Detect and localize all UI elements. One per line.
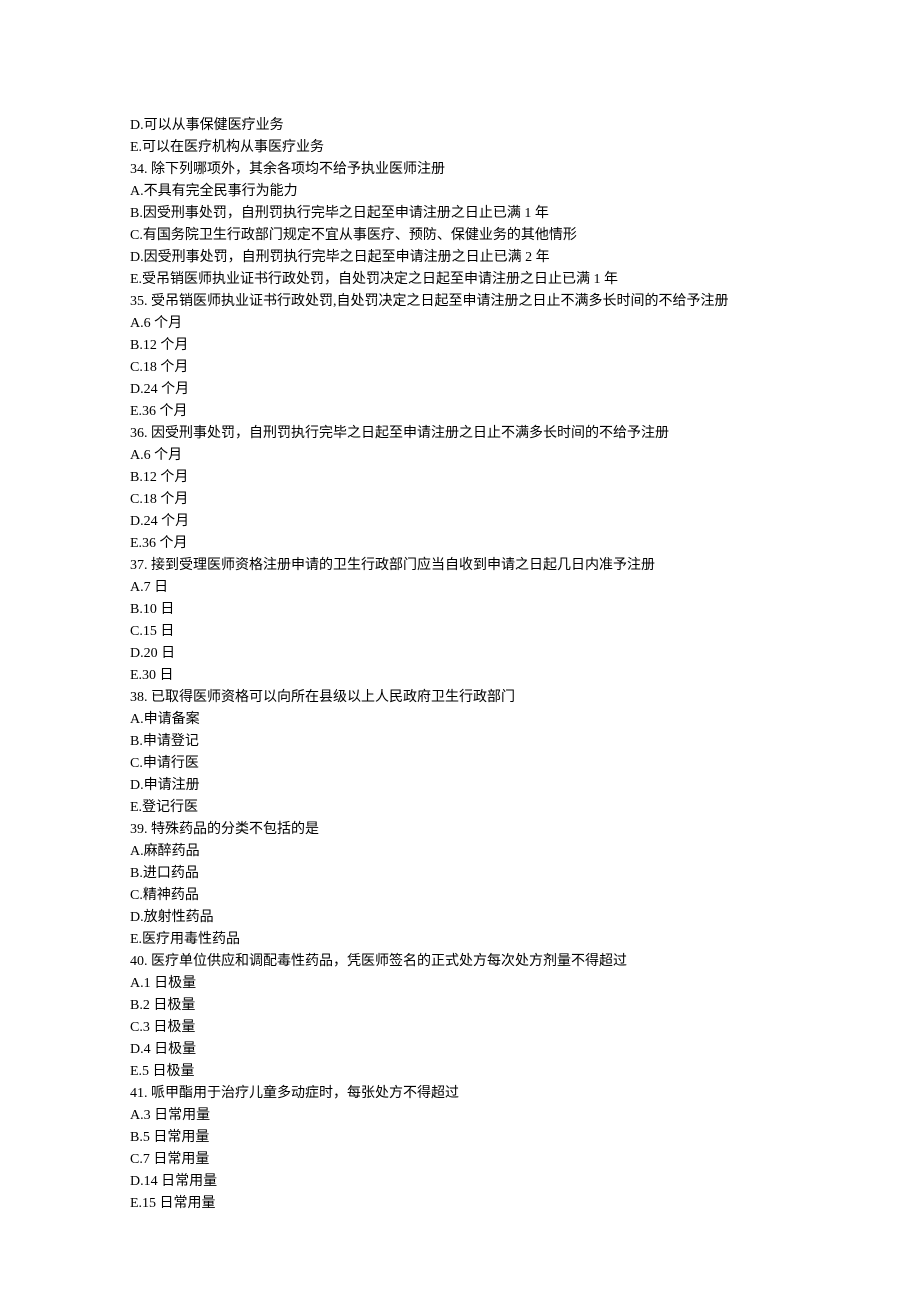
text-line: B.因受刑事处罚，自刑罚执行完毕之日起至申请注册之日止已满 1 年 xyxy=(130,203,790,225)
text-line: E.30 日 xyxy=(130,665,790,687)
text-line: E.5 日极量 xyxy=(130,1061,790,1083)
text-line: A.麻醉药品 xyxy=(130,841,790,863)
text-line: 41. 哌甲酯用于治疗儿童多动症时，每张处方不得超过 xyxy=(130,1083,790,1105)
text-line: A.7 日 xyxy=(130,577,790,599)
text-line: C.18 个月 xyxy=(130,489,790,511)
text-line: C.精神药品 xyxy=(130,885,790,907)
text-line: D.放射性药品 xyxy=(130,907,790,929)
text-line: C.3 日极量 xyxy=(130,1017,790,1039)
text-line: D.因受刑事处罚，自刑罚执行完毕之日起至申请注册之日止已满 2 年 xyxy=(130,247,790,269)
text-line: 35. 受吊销医师执业证书行政处罚,自处罚决定之日起至申请注册之日止不满多长时间… xyxy=(130,291,790,313)
text-line: D.24 个月 xyxy=(130,379,790,401)
text-line: B.申请登记 xyxy=(130,731,790,753)
text-line: E.15 日常用量 xyxy=(130,1193,790,1215)
text-line: B.2 日极量 xyxy=(130,995,790,1017)
text-line: A.申请备案 xyxy=(130,709,790,731)
text-line: 39. 特殊药品的分类不包括的是 xyxy=(130,819,790,841)
text-line: B.进口药品 xyxy=(130,863,790,885)
text-line: A.不具有完全民事行为能力 xyxy=(130,181,790,203)
text-line: D.申请注册 xyxy=(130,775,790,797)
text-line: B.12 个月 xyxy=(130,335,790,357)
text-line: C.7 日常用量 xyxy=(130,1149,790,1171)
text-line: E.36 个月 xyxy=(130,401,790,423)
text-line: 34. 除下列哪项外，其余各项均不给予执业医师注册 xyxy=(130,159,790,181)
text-line: D.可以从事保健医疗业务 xyxy=(130,115,790,137)
text-line: D.4 日极量 xyxy=(130,1039,790,1061)
text-line: A.1 日极量 xyxy=(130,973,790,995)
text-line: E.可以在医疗机构从事医疗业务 xyxy=(130,137,790,159)
text-line: C.18 个月 xyxy=(130,357,790,379)
text-line: A.6 个月 xyxy=(130,313,790,335)
text-line: E.登记行医 xyxy=(130,797,790,819)
text-line: B.10 日 xyxy=(130,599,790,621)
document-page: D.可以从事保健医疗业务E.可以在医疗机构从事医疗业务34. 除下列哪项外，其余… xyxy=(0,0,920,1315)
text-line: 38. 已取得医师资格可以向所在县级以上人民政府卫生行政部门 xyxy=(130,687,790,709)
text-line: A.3 日常用量 xyxy=(130,1105,790,1127)
text-line: D.24 个月 xyxy=(130,511,790,533)
text-line: C.15 日 xyxy=(130,621,790,643)
text-line: E.36 个月 xyxy=(130,533,790,555)
text-line: E.受吊销医师执业证书行政处罚，自处罚决定之日起至申请注册之日止已满 1 年 xyxy=(130,269,790,291)
text-line: D.14 日常用量 xyxy=(130,1171,790,1193)
text-line: 40. 医疗单位供应和调配毒性药品，凭医师签名的正式处方每次处方剂量不得超过 xyxy=(130,951,790,973)
text-line: E.医疗用毒性药品 xyxy=(130,929,790,951)
text-line: 36. 因受刑事处罚，自刑罚执行完毕之日起至申请注册之日止不满多长时间的不给予注… xyxy=(130,423,790,445)
text-line: A.6 个月 xyxy=(130,445,790,467)
text-line: D.20 日 xyxy=(130,643,790,665)
text-line: C.申请行医 xyxy=(130,753,790,775)
text-line: 37. 接到受理医师资格注册申请的卫生行政部门应当自收到申请之日起几日内准予注册 xyxy=(130,555,790,577)
text-line: C.有国务院卫生行政部门规定不宜从事医疗、预防、保健业务的其他情形 xyxy=(130,225,790,247)
text-line: B.12 个月 xyxy=(130,467,790,489)
text-line: B.5 日常用量 xyxy=(130,1127,790,1149)
